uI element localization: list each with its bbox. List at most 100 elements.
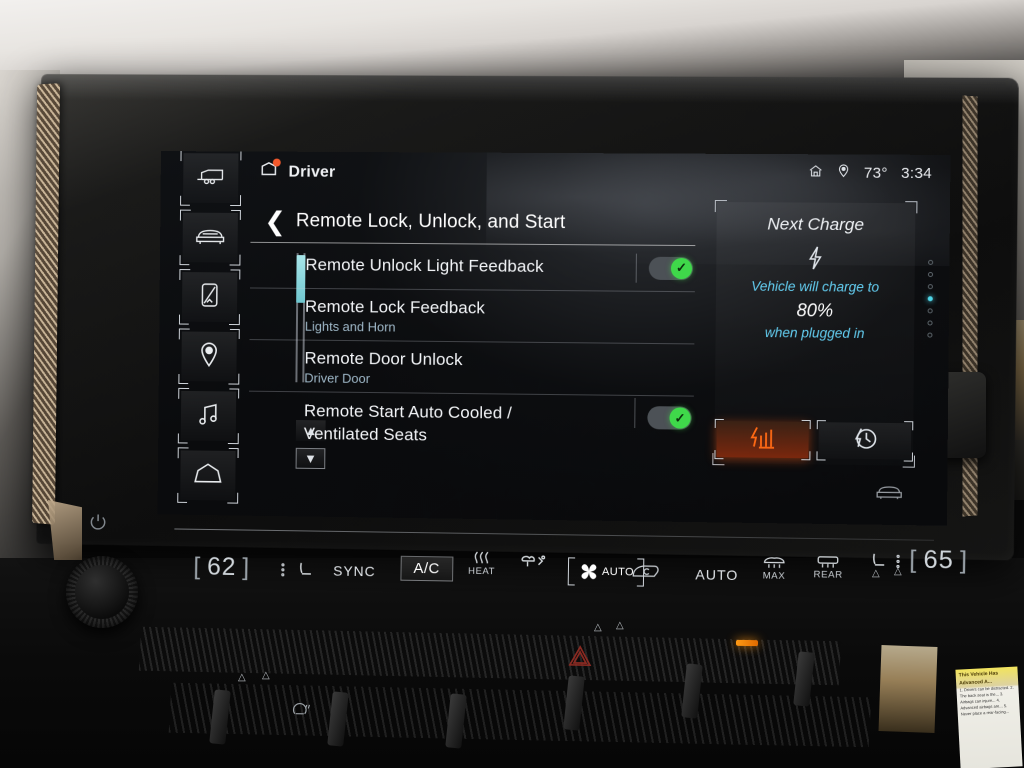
heated-steering-wheel-icon[interactable]	[292, 702, 312, 724]
ac-label: A/C	[400, 555, 453, 582]
auto-label: AUTO	[695, 566, 739, 584]
sidebar-item-media[interactable]	[177, 388, 240, 444]
power-button-icon[interactable]	[88, 512, 108, 537]
status-bar: 73° 3:34	[808, 162, 932, 183]
toggle-remote-unlock-light-feedback[interactable]: ✓	[648, 256, 694, 280]
amber-indicator-light	[735, 639, 759, 647]
music-note-icon	[197, 400, 221, 431]
rear-defrost-icon	[815, 554, 842, 569]
charge-line-1: Vehicle will charge to	[751, 278, 880, 295]
page-indicator-dots[interactable]	[927, 259, 934, 338]
driver-profile-label: Driver	[288, 163, 336, 181]
vent-arrow-right-icon[interactable]: △	[616, 620, 624, 631]
setting-value: Driver Door	[304, 370, 371, 387]
page-dot[interactable]	[927, 308, 933, 314]
page-dot[interactable]	[927, 332, 933, 338]
sync-button[interactable]: SYNC	[333, 563, 376, 580]
max-defrost-button[interactable]: MAX	[761, 555, 788, 582]
home-icon	[192, 461, 224, 490]
passenger-temperature[interactable]: [ 65 ]	[909, 545, 968, 575]
sticker-body: 1. Drivers can be distracted. 2. The bac…	[959, 684, 1014, 717]
charge-now-button[interactable]	[714, 418, 811, 461]
infotainment-display[interactable]: 73° 3:34 Driver ❮ Remote Lock, Unlock, a…	[157, 151, 951, 526]
rear-label: REAR	[813, 569, 843, 581]
vent-arrow-right-icon[interactable]: △	[894, 566, 902, 577]
list-item[interactable]: Remote Lock Feedback Lights and Horn	[249, 288, 695, 345]
fan-icon	[580, 563, 596, 579]
row-divider	[635, 253, 637, 283]
heat-label: HEAT	[468, 565, 496, 578]
chevron-up-icon: ▲	[304, 423, 318, 439]
clock: 3:34	[900, 164, 933, 182]
hazard-triangle-icon[interactable]	[568, 645, 592, 673]
list-item[interactable]: Remote Unlock Light Feedback ✓	[249, 242, 696, 293]
sidebar-item-home[interactable]	[177, 447, 239, 503]
page-title: Remote Lock, Unlock, and Start	[295, 209, 566, 233]
phone-device-icon	[199, 281, 221, 314]
home-icon[interactable]	[808, 163, 823, 182]
sidebar-item-trailer[interactable]	[180, 151, 242, 206]
panel-header: ❮ Remote Lock, Unlock, and Start	[250, 203, 696, 247]
chevron-down-icon: ▼	[304, 450, 317, 466]
passenger-temp-value: 65	[923, 545, 955, 575]
back-chevron-icon[interactable]: ❮	[264, 206, 286, 236]
sidebar-item-vehicle[interactable]	[179, 209, 241, 266]
dashboard-scene: 73° 3:34 Driver ❮ Remote Lock, Unlock, a…	[0, 0, 1024, 768]
list-item[interactable]: Remote Door Unlock Driver Door	[249, 340, 695, 397]
page-dot[interactable]	[927, 320, 933, 326]
volume-knob[interactable]	[66, 556, 138, 628]
max-defrost-icon	[761, 555, 788, 569]
page-dot[interactable]	[927, 284, 933, 290]
setting-label: Remote Unlock Light Feedback	[305, 255, 544, 276]
seat-heat-icon	[475, 552, 489, 565]
sidebar-item-phone[interactable]	[178, 269, 241, 325]
recirculation-button[interactable]	[630, 561, 662, 582]
sidebar-item-navigation[interactable]	[178, 328, 240, 385]
vent-arrow-right-icon[interactable]: △	[262, 670, 270, 681]
driver-profile-icon[interactable]	[259, 158, 281, 185]
windshield-defrost-icon	[521, 555, 546, 567]
heat-button[interactable]: HEAT	[468, 551, 495, 577]
driver-profile[interactable]: Driver	[259, 158, 336, 185]
rear-defrost-button[interactable]: REAR	[813, 554, 843, 581]
check-icon: ✓	[669, 407, 691, 429]
next-charge-widget[interactable]: Next Charge Vehicle will charge to 80% w…	[712, 199, 934, 468]
page-dot[interactable]	[928, 259, 934, 265]
warning-sticker: This Vehicle Has Advanced A... 1. Driver…	[955, 666, 1023, 768]
vent-arrow-left-icon[interactable]: △	[872, 568, 880, 579]
page-dot[interactable]	[927, 271, 934, 278]
bezel-glare	[41, 74, 1019, 105]
driver-temp-value: 62	[206, 552, 237, 581]
driver-temperature[interactable]: [ 62 ]	[193, 553, 250, 583]
trailer-icon	[194, 165, 228, 192]
vent-arrow-left-icon[interactable]: △	[238, 672, 246, 683]
setting-value: Lights and Horn	[304, 318, 396, 335]
setting-label: Remote Door Unlock	[304, 348, 463, 370]
scheduled-charge-button[interactable]	[816, 420, 914, 462]
notification-dot	[272, 158, 281, 167]
row-divider	[634, 397, 636, 429]
page-dot-active[interactable]	[927, 296, 933, 302]
air-recirculation-icon	[630, 561, 662, 582]
ambient-light-panel	[878, 645, 938, 733]
scroll-up-button[interactable]: ▲	[295, 420, 326, 442]
seat-icon	[296, 560, 316, 582]
ac-button[interactable]: A/C	[400, 555, 453, 582]
check-icon: ✓	[670, 257, 693, 279]
lightning-bolt-icon	[716, 244, 915, 278]
vent-arrow-left-icon[interactable]: △	[594, 622, 602, 633]
app-rail[interactable]	[177, 151, 242, 503]
vehicle-rear-icon[interactable]	[874, 481, 905, 507]
auto-climate-button[interactable]: AUTO	[695, 566, 738, 583]
scheduled-charge-icon	[851, 426, 878, 456]
climate-control-bar[interactable]: [ 62 ] SYNC A/C HEAT AUTO AUTO MAX REAR …	[154, 524, 968, 608]
outside-temperature: 73°	[863, 164, 888, 182]
location-pin-icon[interactable]	[836, 162, 850, 182]
defrost-button[interactable]	[518, 552, 548, 574]
charge-buttons	[714, 418, 914, 462]
driver-seat-button[interactable]	[280, 560, 316, 582]
toggle-remote-start-auto-cooled-seats[interactable]: ✓	[647, 406, 692, 430]
seat-level-indicator	[280, 561, 290, 581]
scroll-down-button[interactable]: ▼	[295, 447, 326, 470]
widget-title: Next Charge	[767, 214, 865, 235]
